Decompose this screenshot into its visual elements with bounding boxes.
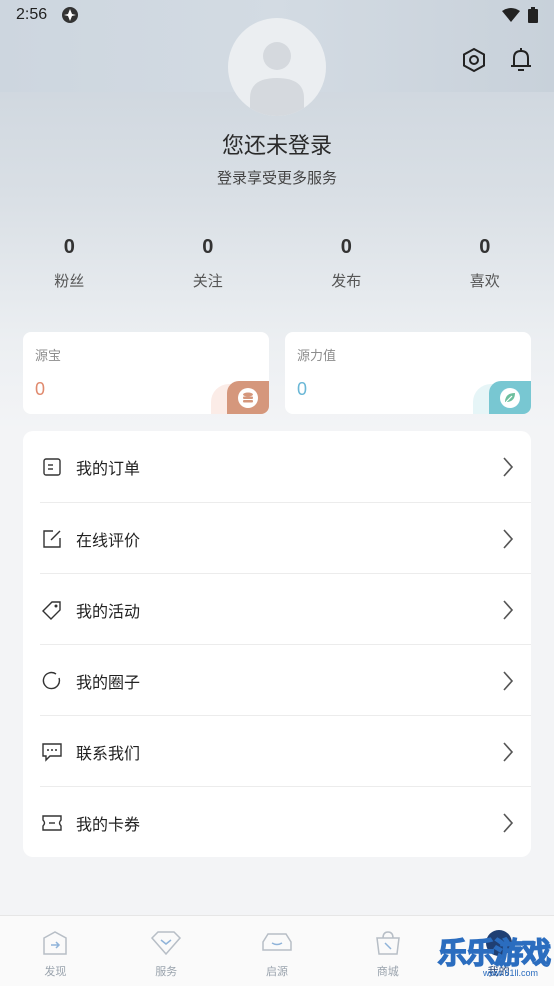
chevron-right-icon bbox=[503, 670, 514, 691]
nav-discover[interactable]: 发现 bbox=[0, 916, 111, 986]
nav-service[interactable]: 服务 bbox=[111, 916, 222, 986]
menu-list: 我的订单 在线评价 我的活动 我的圈子 联系我们 我的卡券 bbox=[23, 431, 531, 857]
service-icon bbox=[149, 928, 183, 958]
menu-item-activities[interactable]: 我的活动 bbox=[23, 574, 531, 645]
nav-label: 商城 bbox=[376, 965, 399, 978]
stat-label: 发布 bbox=[331, 272, 362, 290]
card-value: 0 bbox=[297, 379, 308, 399]
stat-likes[interactable]: 0 喜欢 bbox=[416, 236, 554, 291]
status-time: 2:56 bbox=[16, 6, 48, 23]
login-title[interactable]: 您还未登录 bbox=[0, 128, 554, 160]
watermark-text: 乐乐游戏 bbox=[437, 935, 552, 971]
nav-label: 服务 bbox=[155, 965, 178, 978]
stats-row: 0 粉丝 0 关注 0 发布 0 喜欢 bbox=[0, 236, 554, 291]
menu-item-label: 联系我们 bbox=[76, 743, 141, 763]
hexagon-settings-icon bbox=[463, 47, 485, 73]
menu-item-circles[interactable]: 我的圈子 bbox=[23, 645, 531, 716]
menu-item-orders[interactable]: 我的订单 bbox=[23, 431, 531, 502]
chevron-right-icon bbox=[503, 812, 514, 833]
leaf-icon bbox=[489, 381, 531, 414]
card-label: 源力值 bbox=[297, 349, 337, 364]
watermark: 乐乐游戏 www.61ll.com bbox=[420, 930, 552, 984]
stat-value: 0 bbox=[63, 236, 75, 258]
default-avatar-icon bbox=[250, 42, 304, 116]
ticket-icon bbox=[41, 812, 63, 834]
login-subtitle: 登录享受更多服务 bbox=[216, 169, 337, 187]
menu-item-label: 我的活动 bbox=[76, 601, 141, 621]
menu-item-label: 在线评价 bbox=[76, 530, 141, 550]
card-label: 源宝 bbox=[35, 349, 62, 364]
chat-icon bbox=[41, 741, 63, 763]
stat-value: 0 bbox=[202, 236, 214, 258]
menu-item-reviews[interactable]: 在线评价 bbox=[23, 503, 531, 574]
chevron-right-icon bbox=[503, 599, 514, 620]
shop-icon bbox=[371, 928, 405, 958]
card-value: 0 bbox=[35, 379, 46, 399]
yuanli-card[interactable]: 源力值 0 bbox=[285, 332, 531, 414]
discover-icon bbox=[38, 928, 72, 958]
battery-icon bbox=[528, 7, 538, 23]
nav-qiyuan[interactable]: 启源 bbox=[222, 916, 333, 986]
chevron-right-icon bbox=[503, 528, 514, 549]
tag-icon bbox=[41, 599, 63, 621]
chevron-right-icon bbox=[503, 741, 514, 762]
app-notification-icon bbox=[61, 6, 79, 24]
menu-item-coupons[interactable]: 我的卡券 bbox=[23, 787, 531, 858]
chevron-right-icon bbox=[503, 456, 514, 477]
wifi-icon bbox=[502, 8, 520, 22]
stat-value: 0 bbox=[340, 236, 352, 258]
bell-icon bbox=[511, 48, 531, 71]
settings-button[interactable] bbox=[459, 45, 489, 75]
menu-item-label: 我的卡券 bbox=[76, 814, 141, 834]
menu-item-label: 我的订单 bbox=[76, 458, 141, 478]
stat-posts[interactable]: 0 发布 bbox=[277, 236, 416, 291]
car-icon bbox=[260, 928, 294, 958]
order-icon bbox=[41, 456, 63, 478]
stat-following[interactable]: 0 关注 bbox=[139, 236, 278, 291]
watermark-url: www.61ll.com bbox=[482, 968, 538, 978]
notification-button[interactable] bbox=[506, 45, 536, 75]
nav-label: 启源 bbox=[265, 965, 288, 978]
yuanbao-card[interactable]: 源宝 0 bbox=[23, 332, 269, 414]
menu-item-label: 我的圈子 bbox=[76, 672, 141, 692]
circle-icon bbox=[41, 670, 63, 692]
stat-value: 0 bbox=[479, 236, 491, 258]
menu-item-contact[interactable]: 联系我们 bbox=[23, 716, 531, 787]
stat-label: 粉丝 bbox=[54, 272, 85, 290]
status-icons bbox=[502, 7, 538, 23]
nav-label: 发现 bbox=[44, 965, 67, 978]
stat-label: 喜欢 bbox=[469, 272, 500, 290]
stat-label: 关注 bbox=[192, 272, 223, 290]
stat-fans[interactable]: 0 粉丝 bbox=[0, 236, 139, 291]
avatar[interactable] bbox=[228, 18, 326, 116]
coin-stack-icon bbox=[227, 381, 269, 414]
edit-icon bbox=[41, 528, 63, 550]
